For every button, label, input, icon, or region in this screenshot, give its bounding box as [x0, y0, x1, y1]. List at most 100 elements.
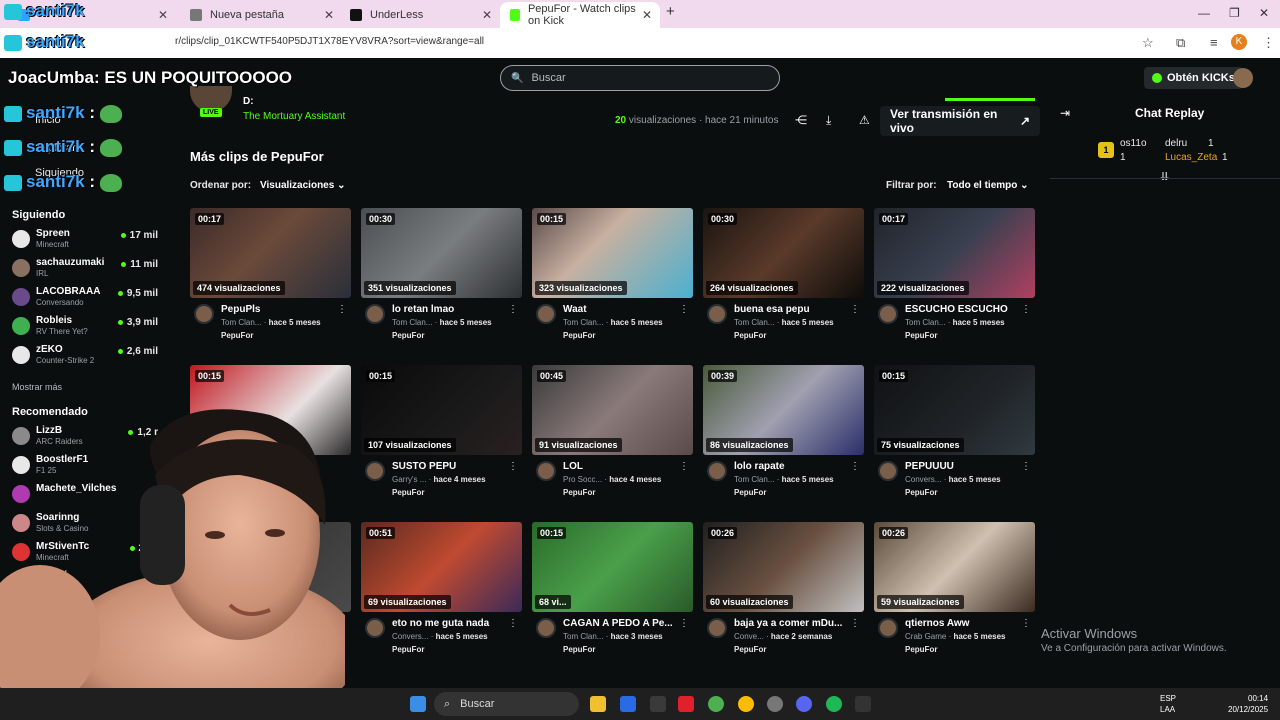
sidebar-channel-item[interactable]: LACOBRAAA Conversando 9,5 mil [12, 284, 162, 310]
clip-author[interactable]: PepuFor [563, 645, 595, 654]
close-tab-icon[interactable]: ✕ [324, 8, 334, 22]
clip-author[interactable]: PepuFor [221, 331, 253, 340]
browser-tab[interactable]: PepuFor - Watch clips on Kick ✕ [500, 2, 660, 28]
search-input[interactable]: 🔍 Buscar [500, 65, 780, 91]
more-options-icon[interactable]: ⋮ [679, 461, 689, 472]
clip-card[interactable]: 00:30 351 visualizaciones lo retan lmao Tom… [361, 208, 522, 353]
more-options-icon[interactable]: ⋮ [1021, 618, 1031, 629]
clip-thumbnail[interactable]: 00:17 222 visualizaciones [874, 208, 1035, 298]
file-explorer-icon[interactable] [590, 696, 606, 712]
clip-thumbnail[interactable]: 00:30 264 visualizaciones [703, 208, 864, 298]
minimize-icon[interactable]: — [1198, 6, 1210, 20]
clip-category[interactable]: Tom Clan... [221, 318, 261, 327]
browser-tab[interactable]: UnderLess ✕ [340, 2, 500, 28]
clip-thumbnail[interactable]: 00:15 107 visualizaciones [361, 365, 522, 455]
browser-tab[interactable]: Nueva pestaña ✕ [180, 2, 342, 28]
clip-category[interactable]: Conve... [734, 632, 764, 641]
clip-category[interactable]: Convers... [392, 632, 428, 641]
collapse-chat-icon[interactable]: ⇥ [1060, 106, 1070, 120]
close-tab-icon[interactable]: ✕ [482, 8, 492, 22]
more-options-icon[interactable]: ⋮ [679, 304, 689, 315]
share-icon[interactable]: ⋲ [795, 113, 807, 127]
chrome-profile-icon[interactable] [738, 696, 754, 712]
clip-title[interactable]: qtiernos Aww [905, 618, 1023, 629]
clip-title[interactable]: Waat [563, 304, 681, 315]
show-more-link[interactable]: Mostrar más [12, 382, 62, 392]
report-icon[interactable]: ⚠ [859, 113, 870, 127]
clip-author-avatar[interactable] [878, 304, 898, 324]
clip-author-avatar[interactable] [365, 461, 385, 481]
game-link[interactable]: The Mortuary Assistant [243, 111, 345, 122]
clip-author[interactable]: PepuFor [905, 331, 937, 340]
clip-author[interactable]: PepuFor [392, 488, 424, 497]
clip-card[interactable]: 00:51 69 visualizaciones eto no me guta na… [361, 522, 522, 667]
clip-author-avatar[interactable] [707, 461, 727, 481]
clip-author-avatar[interactable] [365, 618, 385, 638]
expand-leaderboard-icon[interactable]: ⇊ [1160, 170, 1169, 183]
steam-icon[interactable] [767, 696, 783, 712]
app-icon[interactable] [620, 696, 636, 712]
more-options-icon[interactable]: ⋮ [337, 304, 347, 315]
clip-category[interactable]: Convers... [905, 475, 941, 484]
clip-thumbnail[interactable]: 00:30 351 visualizaciones [361, 208, 522, 298]
clip-author[interactable]: PepuFor [905, 645, 937, 654]
chrome-icon[interactable] [708, 696, 724, 712]
clip-thumbnail[interactable]: 00:15 75 visualizaciones [874, 365, 1035, 455]
download-icon[interactable]: ⤓ [826, 113, 831, 128]
clip-card[interactable]: 00:17 222 visualizaciones ESCUCHO ESCUCHO T… [874, 208, 1035, 353]
lang-code[interactable]: ESP [1160, 694, 1176, 703]
more-options-icon[interactable]: ⋮ [679, 618, 689, 629]
taskbar-search[interactable]: ⌕ Buscar [434, 692, 579, 716]
more-options-icon[interactable]: ⋮ [1021, 304, 1031, 315]
more-options-icon[interactable]: ⋮ [850, 461, 860, 472]
url-text[interactable]: r/clips/clip_01KCWTF540P5DJT1X78EYV8VRA?… [175, 36, 484, 47]
sidebar-channel-item[interactable]: sachauzumaki IRL 11 mil [12, 255, 162, 281]
clip-author-avatar[interactable] [194, 304, 214, 324]
clip-author[interactable]: PepuFor [734, 488, 766, 497]
clip-author-avatar[interactable] [707, 618, 727, 638]
clip-thumbnail[interactable]: 00:17 474 visualizaciones [190, 208, 351, 298]
clip-card[interactable]: 00:15 323 visualizaciones Waat Tom Clan... … [532, 208, 693, 353]
clip-thumbnail[interactable]: 00:39 86 visualizaciones [703, 365, 864, 455]
clip-thumbnail[interactable]: 00:15 323 visualizaciones [532, 208, 693, 298]
clip-thumbnail[interactable]: 00:26 60 visualizaciones [703, 522, 864, 612]
clip-title[interactable]: ESCUCHO ESCUCHO [905, 304, 1023, 315]
wps-icon[interactable] [678, 696, 694, 712]
clip-card[interactable]: 00:17 474 visualizaciones PepuPls Tom Clan.… [190, 208, 351, 353]
bookmark-star-icon[interactable]: ☆ [1142, 35, 1154, 51]
clip-author[interactable]: PepuFor [905, 488, 937, 497]
clip-author-avatar[interactable] [878, 461, 898, 481]
clip-title[interactable]: lolo rapate [734, 461, 852, 472]
get-kicks-button[interactable]: Obtén KICKs [1144, 67, 1243, 89]
filter-dropdown[interactable]: Todo el tiempo ⌄ [947, 180, 1029, 191]
more-options-icon[interactable]: ⋮ [850, 304, 860, 315]
clock-time[interactable]: 00:14 [1248, 694, 1268, 703]
clip-category[interactable]: Tom Clan... [563, 318, 603, 327]
clip-title[interactable]: buena esa pepu [734, 304, 852, 315]
clip-thumbnail[interactable]: 00:15 68 vi... [532, 522, 693, 612]
clip-category[interactable]: Pro Socc... [563, 475, 602, 484]
clip-category[interactable]: Tom Clan... [392, 318, 432, 327]
clip-category[interactable]: Tom Clan... [905, 318, 945, 327]
user-avatar[interactable] [1233, 68, 1253, 88]
rank-name-3[interactable]: Lucas_Zeta [1165, 152, 1217, 163]
clip-author[interactable]: PepuFor [392, 331, 424, 340]
extensions-icon[interactable]: ⧉ [1176, 35, 1185, 51]
clip-author[interactable]: PepuFor [563, 488, 595, 497]
epic-games-icon[interactable] [855, 696, 871, 712]
rank-name-1[interactable]: os11o [1120, 138, 1147, 149]
sort-dropdown[interactable]: Visualizaciones ⌄ [260, 180, 345, 191]
clip-title[interactable]: SUSTO PEPU [392, 461, 510, 472]
restore-icon[interactable]: ❐ [1229, 6, 1240, 20]
clip-author-avatar[interactable] [536, 618, 556, 638]
clip-category[interactable]: Crab Game [905, 632, 946, 641]
clip-author[interactable]: PepuFor [563, 331, 595, 340]
follow-button-edge[interactable] [945, 98, 1035, 101]
menu-icon[interactable]: ⋮ [1262, 35, 1275, 51]
clip-category[interactable]: Tom Clan... [563, 632, 603, 641]
more-options-icon[interactable]: ⋮ [850, 618, 860, 629]
clip-author[interactable]: PepuFor [734, 645, 766, 654]
store-icon[interactable] [650, 696, 666, 712]
clip-card[interactable]: 00:30 264 visualizaciones buena esa pepu To… [703, 208, 864, 353]
more-options-icon[interactable]: ⋮ [508, 461, 518, 472]
